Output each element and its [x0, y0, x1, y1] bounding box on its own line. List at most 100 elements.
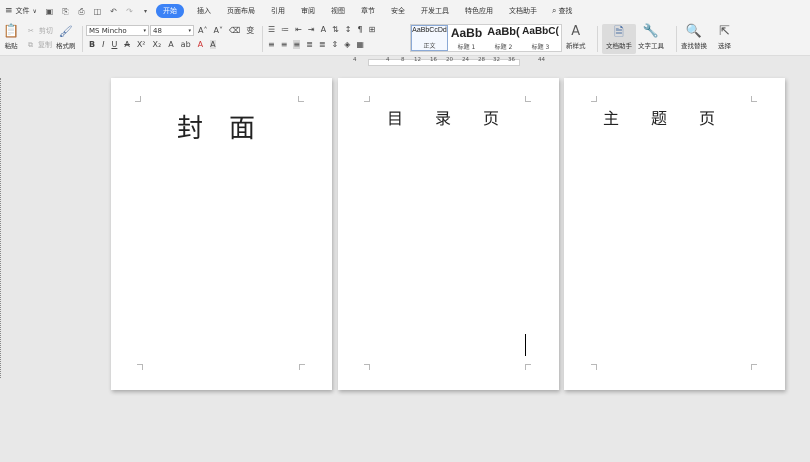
format-painter-button[interactable]: 🖌 格式刷	[56, 24, 76, 50]
ruler-label: 28	[478, 57, 485, 63]
page-table-of-contents[interactable]: 目 录 页	[338, 78, 559, 390]
tab-special[interactable]: 特色应用	[458, 6, 502, 16]
phonetic-icon[interactable]: 变	[246, 25, 254, 36]
tab-developer[interactable]: 开发工具	[414, 6, 458, 16]
style-heading-3[interactable]: AaBbC( 标题 3	[522, 25, 559, 51]
text-tools-button[interactable]: 🔧 文字工具	[638, 24, 664, 50]
char-shading-icon[interactable]: A	[210, 40, 216, 49]
save-as-icon[interactable]: ⎘	[61, 7, 70, 16]
increase-indent-icon[interactable]: ⇥	[308, 25, 315, 34]
menu-bar: ≡ 文件 ∨ ▣ ⎘ ⎙ ◫ ↶ ↷ ▾ 开始 插入 页面布局 引用 审阅 视图…	[0, 0, 810, 22]
underline-icon[interactable]: U	[111, 40, 117, 49]
align-left-icon[interactable]: ≡	[268, 40, 275, 49]
horizontal-ruler[interactable]: 4 4 8 12 16 20 24 28 32 36 44	[340, 56, 552, 69]
style-caption: 标题 3	[531, 44, 550, 51]
bold-icon[interactable]: B	[89, 40, 95, 49]
font-size-select[interactable]: 48 ▾	[150, 25, 194, 36]
new-style-button[interactable]: A 新样式	[566, 24, 586, 50]
borders-icon[interactable]: ▦	[356, 40, 364, 49]
select-button[interactable]: ⇱ 选择	[718, 24, 731, 50]
clear-format-icon[interactable]: ⌫	[229, 26, 240, 35]
justify-icon[interactable]: ≣	[306, 40, 313, 49]
margin-mark	[751, 96, 757, 102]
style-sample: AaBbC(	[522, 26, 559, 37]
page-title: 主 题 页	[603, 109, 716, 128]
redo-icon[interactable]: ↷	[125, 7, 134, 16]
page-main-topic[interactable]: 主 题 页	[564, 78, 785, 390]
font-name-value: MS Mincho	[89, 26, 127, 35]
ruler-label: 16	[430, 57, 437, 63]
tab-home[interactable]: 开始	[155, 4, 184, 18]
text-effect-icon[interactable]: A	[168, 40, 173, 49]
paragraph-row-2: ≡ ≡ ≡ ≣ ≣ ⇕ ◈ ▦	[268, 40, 364, 49]
align-right-icon[interactable]: ≡	[293, 40, 301, 49]
find-replace-button[interactable]: 🔍 查找替换	[681, 24, 707, 50]
ruler-label: 36	[508, 57, 515, 63]
save-icon[interactable]: ▣	[45, 7, 54, 16]
numbered-list-icon[interactable]: ≔	[281, 25, 289, 34]
align-center-icon[interactable]: ≡	[281, 40, 288, 49]
copy-label: 复制	[38, 41, 52, 49]
style-caption: 标题 1	[457, 44, 476, 51]
margin-mark	[751, 364, 757, 370]
italic-icon[interactable]: I	[102, 40, 104, 49]
style-heading-2[interactable]: AaBb( 标题 2	[485, 25, 522, 51]
print-preview-icon[interactable]: ◫	[93, 7, 102, 16]
decrease-indent-icon[interactable]: ⇤	[295, 25, 302, 34]
tab-references[interactable]: 引用	[264, 6, 294, 16]
style-heading-1[interactable]: AaBb 标题 1	[448, 25, 485, 51]
tab-chapter[interactable]: 章节	[354, 6, 384, 16]
shading-icon[interactable]: ◈	[344, 40, 350, 49]
subscript-icon[interactable]: X₂	[153, 40, 162, 49]
search-label: 查找	[558, 7, 573, 15]
style-sample: AaBb	[450, 26, 483, 40]
shrink-font-icon[interactable]: A˅	[213, 26, 222, 35]
page-cover[interactable]: 封 面	[111, 78, 332, 390]
chevron-down-icon: ∨	[32, 7, 37, 15]
superscript-icon[interactable]: X²	[137, 40, 146, 49]
font-name-select[interactable]: MS Mincho ▾	[86, 25, 149, 36]
tab-insert[interactable]: 插入	[190, 6, 220, 16]
file-menu[interactable]: ≡ 文件 ∨	[0, 0, 41, 22]
ruler-label: 12	[414, 57, 421, 63]
new-style-icon: A	[571, 24, 581, 39]
doc-assistant-icon: 🗎	[614, 25, 624, 39]
print-icon[interactable]: ⎙	[77, 7, 86, 16]
ruler-label: 4	[353, 57, 357, 63]
line-spacing-icon[interactable]: ↕	[345, 25, 352, 34]
sort-icon[interactable]: ⇅	[332, 25, 339, 34]
paste-label: 粘贴	[4, 42, 18, 50]
hamburger-icon: ≡	[5, 6, 13, 16]
chinese-layout-icon[interactable]: A	[321, 25, 326, 34]
vertical-ruler[interactable]	[0, 78, 3, 378]
paste-button[interactable]: 📋 粘贴	[3, 24, 19, 50]
style-sample: AaBbCcDd	[412, 27, 447, 34]
customize-icon[interactable]: ▾	[141, 7, 150, 16]
strikethrough-icon[interactable]: A	[124, 40, 129, 49]
tab-page-layout[interactable]: 页面布局	[220, 6, 264, 16]
tab-security[interactable]: 安全	[384, 6, 414, 16]
distribute-icon[interactable]: ≣	[319, 40, 326, 49]
doc-assistant-button[interactable]: 🗎 文档助手	[602, 24, 636, 54]
magnifier-icon: 🔍	[685, 24, 703, 39]
font-color-icon[interactable]: A	[198, 40, 203, 49]
cut-button[interactable]: ✂ 剪切	[28, 26, 53, 36]
tab-review[interactable]: 审阅	[294, 6, 324, 16]
text-cursor	[525, 334, 526, 356]
tab-doc-assistant[interactable]: 文档助手	[502, 6, 546, 16]
highlight-icon[interactable]: ab	[181, 40, 191, 49]
show-marks-icon[interactable]: ¶	[357, 25, 362, 34]
grow-font-icon[interactable]: A˄	[198, 26, 207, 35]
ribbon-divider	[262, 26, 263, 52]
margin-mark	[525, 364, 531, 370]
bullet-list-icon[interactable]: ☰	[268, 25, 275, 34]
tab-view[interactable]: 视图	[324, 6, 354, 16]
undo-icon[interactable]: ↶	[109, 7, 118, 16]
table-icon[interactable]: ⊞	[369, 25, 376, 34]
style-normal[interactable]: AaBbCcDd 正文	[411, 25, 448, 51]
search-box[interactable]: ⌕ 查找	[552, 6, 572, 16]
copy-button[interactable]: ⧉ 复制	[28, 40, 52, 50]
paragraph-spacing-icon[interactable]: ⇕	[332, 40, 339, 49]
ruler-label: 4	[386, 57, 390, 63]
font-tools-row: A˄ A˅ ⌫ 变	[198, 25, 254, 36]
